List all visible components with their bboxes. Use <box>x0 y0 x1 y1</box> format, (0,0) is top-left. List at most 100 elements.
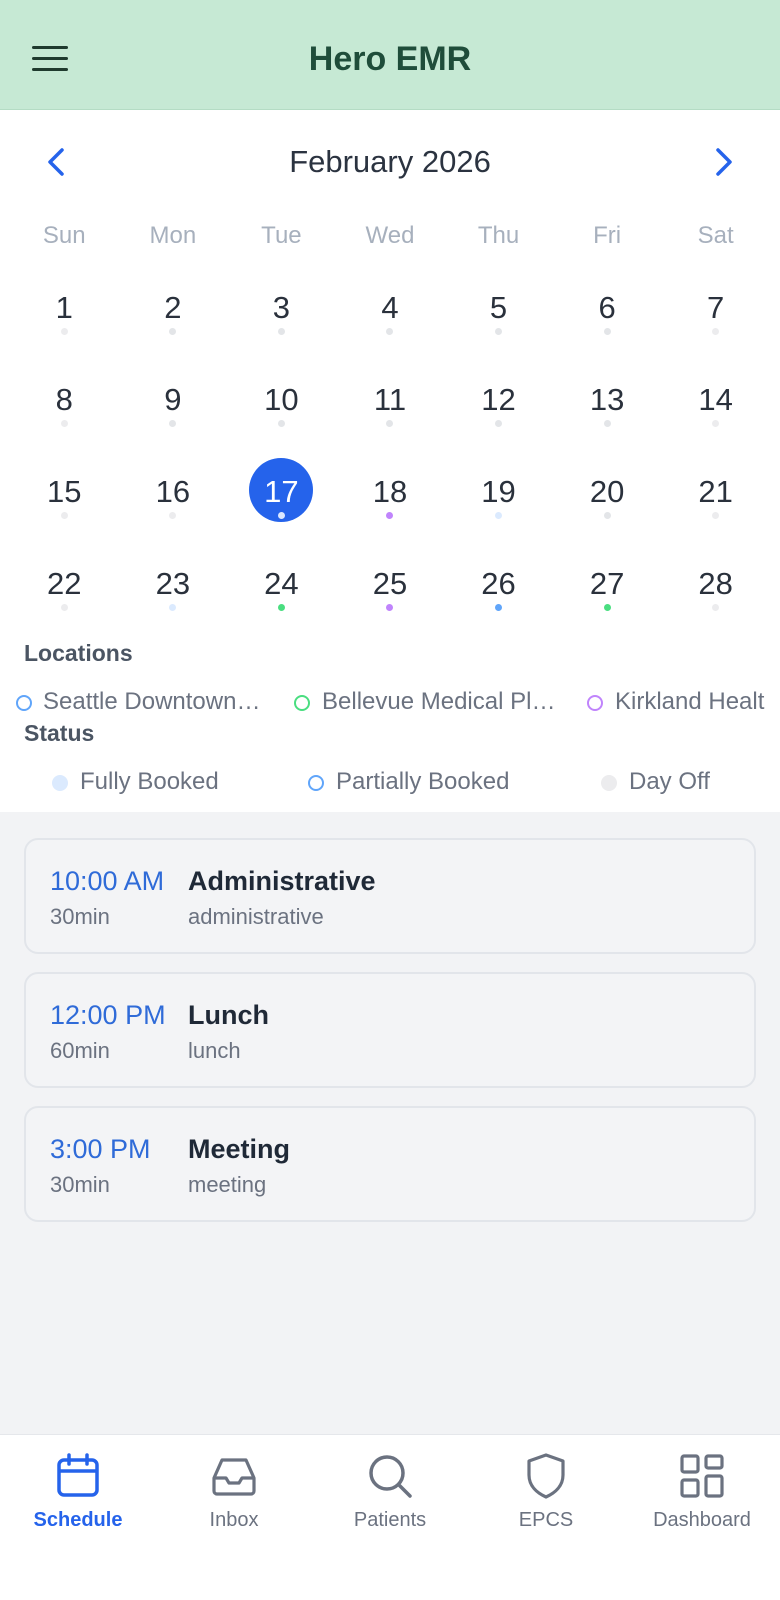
status-legend: Fully Booked Partially Booked Day Off <box>0 768 780 798</box>
appointment-card[interactable]: 12:00 PM 60min Lunch lunch <box>24 972 756 1088</box>
calendar-day[interactable]: 25 <box>336 544 445 636</box>
locations-legend: Seattle Downtown… Bellevue Medical Pl… K… <box>0 688 780 718</box>
day-number: 28 <box>698 566 733 601</box>
calendar-day[interactable]: 15 <box>10 452 119 544</box>
calendar-day[interactable]: 11 <box>336 360 445 452</box>
calendar-day[interactable]: 23 <box>119 544 228 636</box>
next-month-chevron-right-icon[interactable] <box>702 142 742 182</box>
weekday-label: Fri <box>593 222 622 249</box>
locations-title: Locations <box>24 640 133 666</box>
tab-dashboard[interactable]: Dashboard <box>624 1451 780 1547</box>
status-marker <box>308 775 324 791</box>
tab-label: EPCS <box>518 1509 574 1531</box>
appointment-title: Administrative <box>188 866 376 896</box>
app-title: Hero EMR <box>308 40 472 78</box>
calendar-day[interactable]: 21 <box>661 452 770 544</box>
appointment-time: 3:00 PM <box>50 1134 151 1164</box>
calendar-day[interactable]: 26 <box>444 544 553 636</box>
calendar-day[interactable]: 20 <box>553 452 662 544</box>
calendar-day[interactable]: 14 <box>661 360 770 452</box>
day-status-dot <box>277 512 285 519</box>
day-number: 19 <box>481 474 516 509</box>
calendar-day[interactable]: 27 <box>553 544 662 636</box>
tab-label: Inbox <box>209 1509 259 1531</box>
appointment-duration: 30min <box>50 1172 110 1197</box>
calendar-day[interactable]: 6 <box>553 268 662 360</box>
calendar-day[interactable]: 8 <box>10 360 119 452</box>
day-number: 18 <box>372 474 408 509</box>
day-status-dot <box>60 328 68 335</box>
tab-inbox[interactable]: Inbox <box>156 1451 312 1547</box>
day-number: 7 <box>707 290 725 325</box>
calendar-day[interactable]: 9 <box>119 360 228 452</box>
calendar-day[interactable]: 24 <box>227 544 336 636</box>
day-number: 14 <box>698 382 733 417</box>
weekday-label: Tue <box>261 222 302 249</box>
status-label: Day Off <box>629 768 710 795</box>
status-label: Partially Booked <box>336 768 510 795</box>
day-number: 11 <box>373 382 407 417</box>
day-number: 5 <box>489 290 508 325</box>
calendar-day-selected[interactable]: 17 <box>227 452 336 544</box>
location-label: Kirkland Healt <box>615 688 765 715</box>
month-navigation: February 2026 <box>0 130 780 200</box>
calendar-day[interactable]: 5 <box>444 268 553 360</box>
calendar-day[interactable]: 16 <box>119 452 228 544</box>
calendar-day[interactable]: 4 <box>336 268 445 360</box>
day-status-dot <box>495 512 503 519</box>
day-status-dot <box>277 420 285 427</box>
calendar-grid: 1 2 3 4 5 6 7 8 9 10 11 12 13 14 15 16 17 18 19 20 21 22 23 24 2… <box>10 268 770 636</box>
day-number: 3 <box>272 290 291 325</box>
day-number: 8 <box>55 382 73 417</box>
day-number: 10 <box>264 382 299 417</box>
day-status-dot <box>495 328 503 335</box>
location-label: Seattle Downtown… <box>43 688 261 715</box>
inbox-icon <box>212 1458 256 1496</box>
status-marker <box>52 775 68 791</box>
search-icon <box>369 1455 412 1498</box>
tab-label: Dashboard <box>653 1509 751 1531</box>
appointment-duration: 60min <box>50 1038 110 1063</box>
calendar-day[interactable]: 28 <box>661 544 770 636</box>
calendar-day[interactable]: 10 <box>227 360 336 452</box>
appointment-title: Lunch <box>188 1000 269 1030</box>
day-number: 4 <box>381 290 399 325</box>
day-number: 1 <box>55 290 73 325</box>
day-number: 6 <box>598 290 616 325</box>
day-number: 25 <box>372 566 408 601</box>
calendar-day[interactable]: 7 <box>661 268 770 360</box>
day-status-dot <box>603 512 611 519</box>
calendar-day[interactable]: 22 <box>10 544 119 636</box>
calendar-day[interactable]: 1 <box>10 268 119 360</box>
location-marker <box>16 695 32 711</box>
appointment-type: lunch <box>188 1038 241 1063</box>
calendar-week-row: 1 2 3 4 5 6 7 <box>10 268 770 360</box>
month-title: February 2026 <box>289 144 491 179</box>
calendar-day[interactable]: 12 <box>444 360 553 452</box>
calendar-day[interactable]: 18 <box>336 452 445 544</box>
calendar-day[interactable]: 2 <box>119 268 228 360</box>
appointment-card[interactable]: 10:00 AM 30min Administrative administra… <box>24 838 756 954</box>
shield-icon <box>527 1453 565 1499</box>
appointment-card[interactable]: 3:00 PM 30min Meeting meeting <box>24 1106 756 1222</box>
weekday-label: Wed <box>365 222 415 249</box>
tab-patients[interactable]: Patients <box>312 1451 468 1547</box>
day-status-dot <box>495 604 503 611</box>
day-status-dot <box>60 420 68 427</box>
tab-schedule[interactable]: Schedule <box>0 1451 156 1547</box>
day-number: 12 <box>481 382 516 417</box>
tab-epcs[interactable]: EPCS <box>468 1451 624 1547</box>
day-number: 24 <box>264 566 299 601</box>
weekday-label: Sat <box>697 222 734 249</box>
calendar-day[interactable]: 3 <box>227 268 336 360</box>
day-number: 22 <box>47 566 82 601</box>
day-status-dot <box>603 604 611 611</box>
day-number: 23 <box>155 566 191 601</box>
calendar-week-row: 8 9 10 11 12 13 14 <box>10 360 770 452</box>
calendar-day[interactable]: 13 <box>553 360 662 452</box>
calendar-day[interactable]: 19 <box>444 452 553 544</box>
day-number: 20 <box>589 474 625 509</box>
day-number: 15 <box>47 474 82 509</box>
appointment-type: meeting <box>188 1172 267 1197</box>
day-number: 16 <box>155 474 191 509</box>
